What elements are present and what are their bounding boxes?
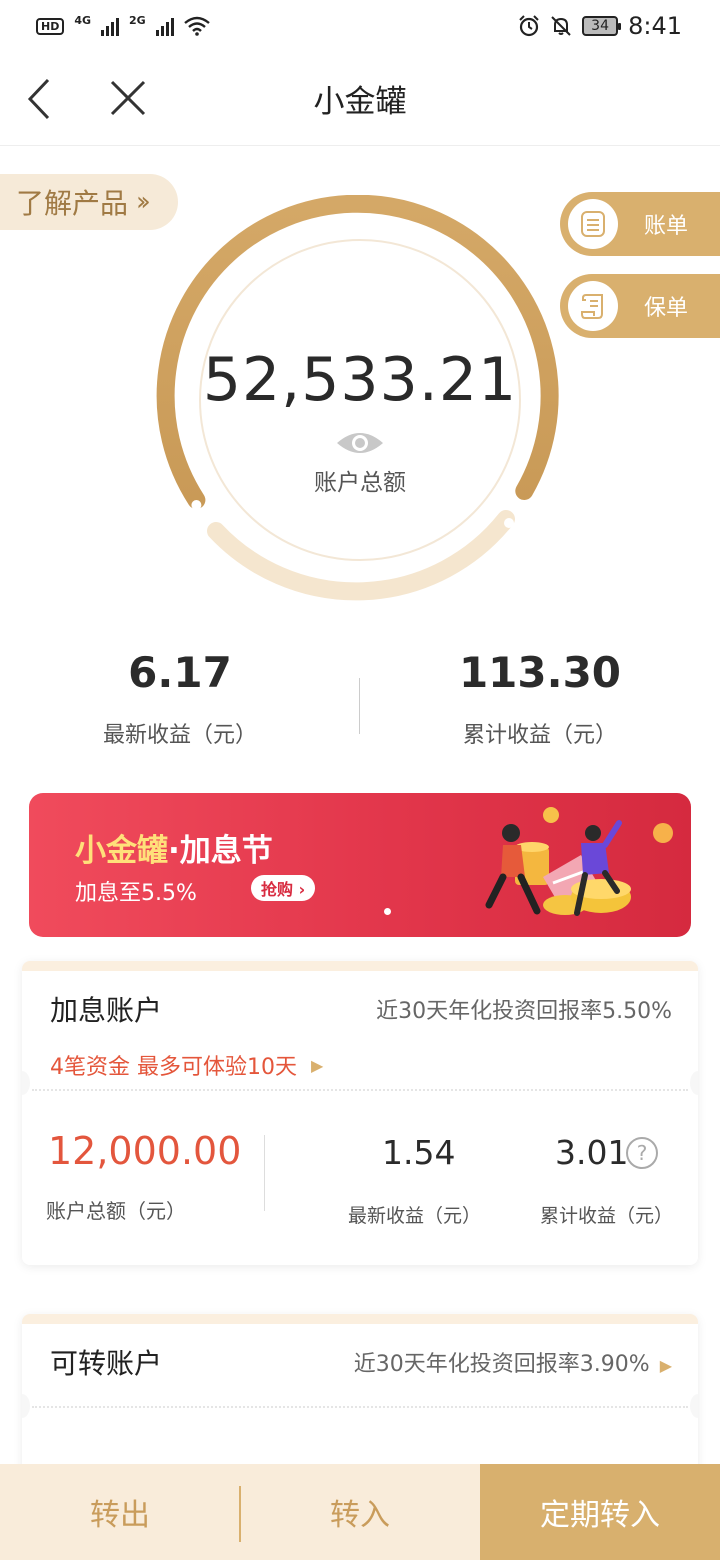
card-values: 12,000.00 账户总额（元） 1.54 最新收益（元） 3.01 ? 累计… <box>22 1091 698 1261</box>
bill-label: 账单 <box>644 214 689 239</box>
bill-list-icon <box>568 199 618 249</box>
account-total-label: 账户总额（元） <box>46 1199 186 1223</box>
bonus-promo-text: 4笔资金 最多可体验10天 <box>50 1055 297 1080</box>
latest-earnings: 6.17 最新收益（元） <box>0 648 360 768</box>
battery-icon: 34 <box>582 16 622 36</box>
earnings-summary: 6.17 最新收益（元） 113.30 累计收益（元） <box>0 648 720 768</box>
transfer-out-button[interactable]: 转出 <box>0 1464 240 1560</box>
card-notch-right <box>690 1394 698 1418</box>
double-chevron-right-icon: ›› <box>136 187 151 217</box>
triangle-right-icon: ▶ <box>311 1055 324 1075</box>
learn-product-label: 了解产品 <box>16 187 129 220</box>
account-name: 可转账户 <box>50 1347 163 1380</box>
signal-icon-2 <box>155 16 174 36</box>
status-bar: HD 4G 2G 34 8:41 <box>0 0 720 52</box>
cumulative-earnings: 113.30 累计收益（元） <box>360 648 720 768</box>
latest-earnings-value: 6.17 <box>128 648 232 697</box>
mute-bell-icon <box>551 16 571 36</box>
hd-icon: HD <box>36 17 65 35</box>
page: HD 4G 2G 34 8:41 小金罐 了解产品 ›› 52,533.21 账… <box>0 0 720 1560</box>
account-cumulative-label: 累计收益（元） <box>540 1205 674 1227</box>
cumulative-earnings-label: 累计收益（元） <box>462 723 617 748</box>
clock: 8:41 <box>628 12 682 40</box>
carousel-indicator <box>384 908 391 915</box>
eye-visibility-icon[interactable] <box>335 429 385 457</box>
banner-illustration <box>485 807 673 916</box>
dotted-divider <box>32 1406 688 1408</box>
card-header: 可转账户 近30天年化投资回报率3.90% ▶ <box>22 1324 698 1400</box>
account-total-value: 12,000.00 <box>48 1129 242 1173</box>
bonus-account-card[interactable]: 加息账户 近30天年化投资回报率5.50% 4笔资金 最多可体验10天 ▶ 12… <box>22 961 698 1265</box>
account-name: 加息账户 <box>50 994 163 1027</box>
bill-button[interactable]: 账单 <box>560 192 720 256</box>
account-latest-label: 最新收益（元） <box>348 1205 482 1227</box>
status-left: HD 4G 2G <box>36 13 210 36</box>
total-balance-label: 账户总额 <box>314 470 406 496</box>
account-rate: 近30天年化投资回报率3.90% <box>353 1352 650 1377</box>
bonus-promo-link[interactable]: 4笔资金 最多可体验10天 ▶ <box>22 1047 698 1083</box>
fixed-transfer-in-button[interactable]: 定期转入 <box>480 1464 720 1560</box>
stats-divider <box>359 678 360 734</box>
account-rate-link[interactable]: 近30天年化投资回报率3.90% ▶ <box>354 1346 672 1378</box>
total-balance-value: 52,533.21 <box>202 345 518 415</box>
triangle-right-icon: ▶ <box>659 1356 672 1375</box>
wifi-icon <box>183 16 210 36</box>
transfer-in-button[interactable]: 转入 <box>240 1464 480 1560</box>
policy-scroll-icon <box>568 281 618 331</box>
account-cumulative-value: 3.01 <box>555 1133 629 1172</box>
account-latest-value: 1.54 <box>382 1133 456 1172</box>
card-top-strip <box>22 961 698 971</box>
bottom-action-bar: 转出 转入 定期转入 <box>0 1464 720 1560</box>
page-title: 小金罐 <box>313 84 407 120</box>
card-header: 加息账户 近30天年化投资回报率5.50% <box>22 971 698 1047</box>
latest-earnings-label: 最新收益（元） <box>102 723 257 748</box>
status-right: 34 8:41 <box>518 12 682 40</box>
banner-title-white: ·加息节 <box>168 833 273 869</box>
account-rate: 近30天年化投资回报率5.50% <box>376 999 672 1024</box>
banner-subtitle: 加息至5.5% <box>75 881 197 906</box>
nav-header: 小金罐 <box>0 52 720 146</box>
card-top-strip <box>22 1314 698 1324</box>
banner-title: 小金罐·加息节 <box>75 825 273 870</box>
banner-buy-button[interactable]: 抢购 › <box>251 875 316 901</box>
banner-title-gold: 小金罐 <box>75 833 168 869</box>
policy-button[interactable]: 保单 <box>560 274 720 338</box>
network-type-1: 4G <box>74 13 92 27</box>
values-divider <box>264 1135 265 1211</box>
close-icon[interactable] <box>106 76 150 120</box>
balance-display: 52,533.21 账户总额 <box>150 195 570 615</box>
bottom-separator <box>239 1486 241 1542</box>
cumulative-earnings-value: 113.30 <box>458 648 622 697</box>
promo-banner[interactable]: 小金罐·加息节 加息至5.5% 抢购 › <box>29 793 691 937</box>
policy-label: 保单 <box>644 296 689 321</box>
signal-icon <box>101 16 120 36</box>
back-arrow-icon[interactable] <box>22 72 66 126</box>
alarm-icon <box>519 15 539 37</box>
help-question-icon[interactable]: ? <box>626 1137 658 1169</box>
network-type-2: 2G <box>129 13 146 27</box>
